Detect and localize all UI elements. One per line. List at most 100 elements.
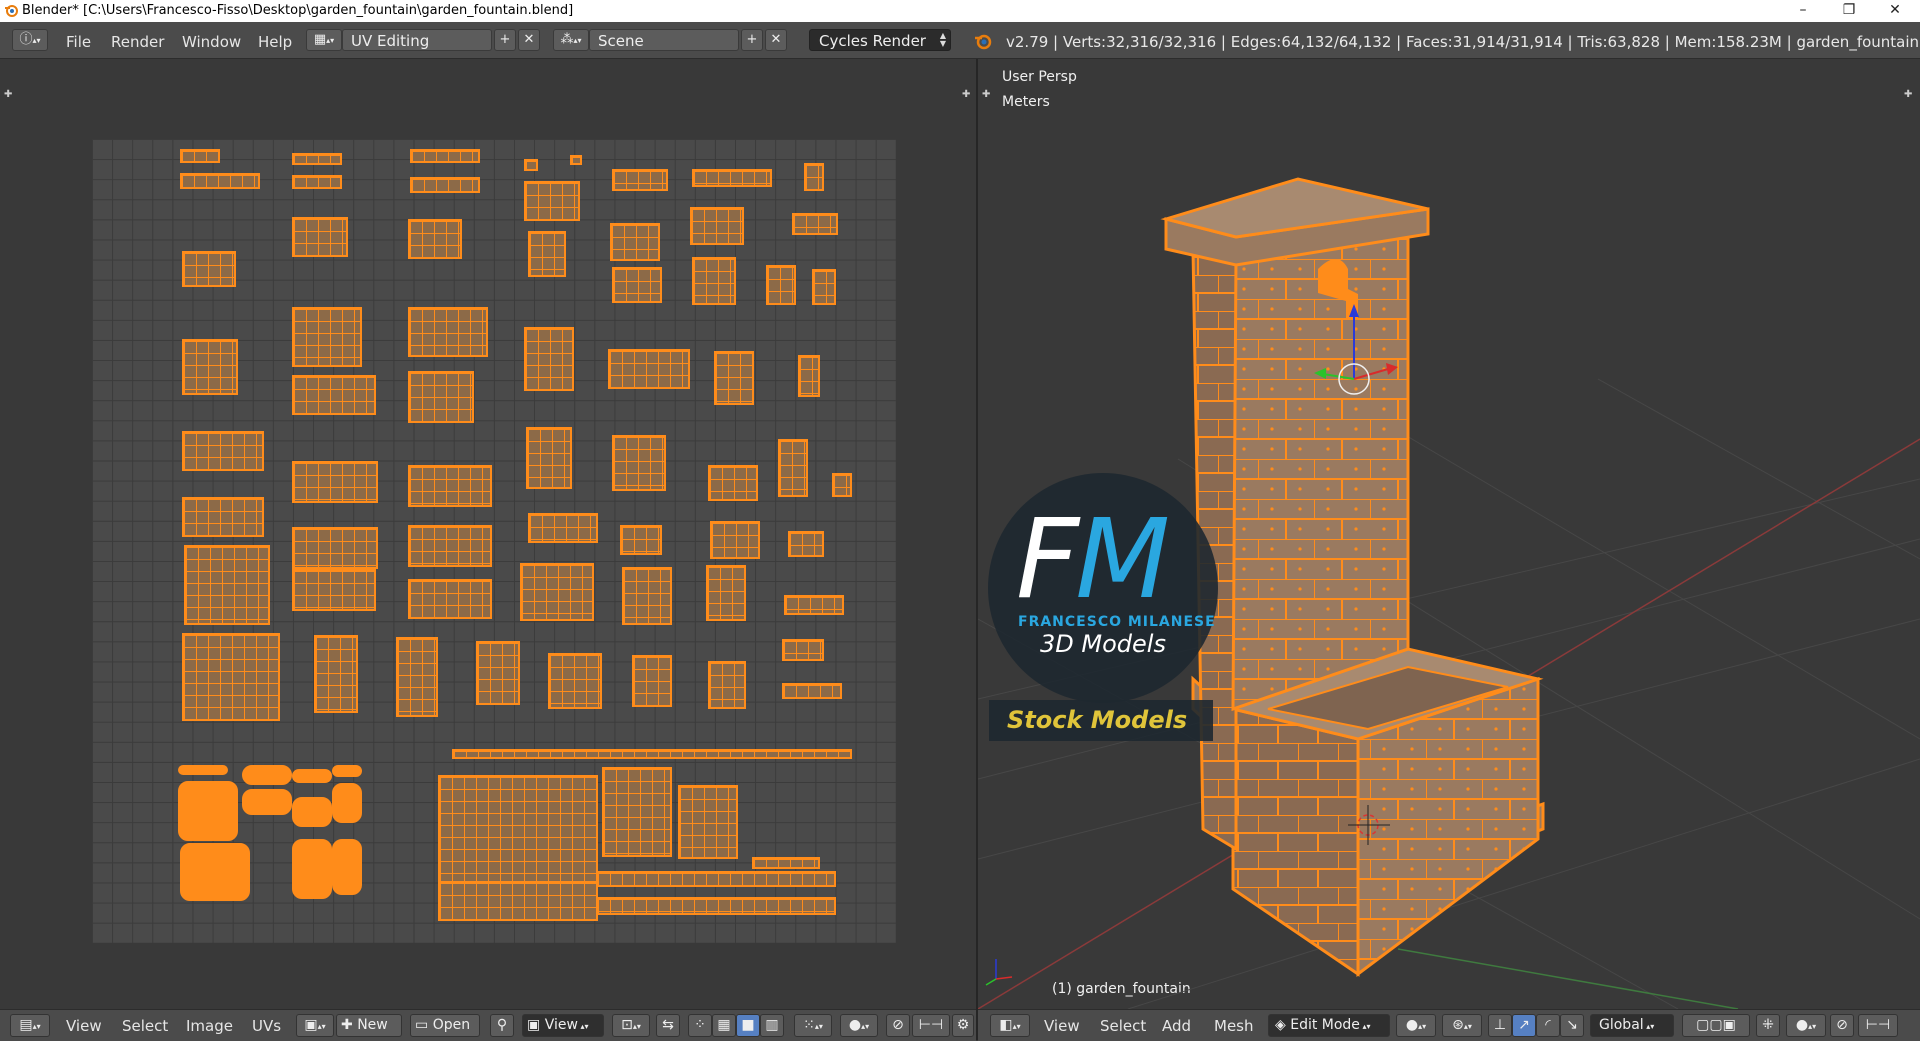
- translate-manipulator-button[interactable]: ↗: [1512, 1014, 1536, 1037]
- uv-island[interactable]: [242, 789, 292, 815]
- maximize-button[interactable]: ❐: [1826, 0, 1872, 22]
- uv-island[interactable]: [524, 181, 580, 221]
- render-preview-button[interactable]: ⚙: [952, 1014, 974, 1037]
- uv-island[interactable]: [408, 525, 492, 567]
- pin-image-button[interactable]: ⚲: [490, 1014, 514, 1037]
- image-browse-button[interactable]: ▣▴▾: [296, 1014, 334, 1037]
- select-face-button[interactable]: ■: [736, 1014, 760, 1037]
- uv-island[interactable]: [798, 355, 820, 397]
- uv-island[interactable]: [524, 159, 538, 171]
- rotate-manipulator-button[interactable]: ◜: [1536, 1014, 1560, 1037]
- uv-island[interactable]: [292, 175, 342, 189]
- uv-island[interactable]: [526, 427, 572, 489]
- pivot-dropdown[interactable]: ⊡▴▾: [612, 1014, 650, 1037]
- uv-menu-image[interactable]: Image: [186, 1017, 233, 1035]
- screen-layout-field[interactable]: UV Editing: [342, 29, 492, 51]
- region-expand-icon[interactable]: ✚: [4, 89, 12, 100]
- uv-island[interactable]: [178, 765, 228, 775]
- sticky-mode-dropdown[interactable]: ⁙▴▾: [794, 1014, 832, 1037]
- menu-help[interactable]: Help: [258, 33, 292, 51]
- snap-element-dropdown-3d[interactable]: ⊢⊣: [1858, 1014, 1898, 1037]
- uv-island[interactable]: [332, 783, 362, 823]
- uv-menu-select[interactable]: Select: [122, 1017, 168, 1035]
- uv-island[interactable]: [396, 637, 438, 717]
- 3d-menu-mesh[interactable]: Mesh: [1214, 1017, 1254, 1035]
- sync-selection-toggle[interactable]: ⇆: [656, 1014, 680, 1037]
- uv-island[interactable]: [182, 339, 238, 395]
- uv-view-mode-dropdown[interactable]: ▣ View ▴▾: [522, 1014, 604, 1037]
- uv-island[interactable]: [692, 169, 772, 187]
- close-button[interactable]: ✕: [1872, 0, 1918, 22]
- uv-island[interactable]: [714, 351, 754, 405]
- uv-editor-type-button[interactable]: ▤▴▾: [10, 1014, 50, 1037]
- uv-island[interactable]: [570, 155, 582, 165]
- uv-island[interactable]: [610, 223, 660, 261]
- uv-island[interactable]: [292, 461, 378, 503]
- uv-menu-uvs[interactable]: UVs: [252, 1017, 281, 1035]
- minimize-button[interactable]: –: [1780, 0, 1826, 22]
- uv-island[interactable]: [408, 307, 488, 357]
- uv-island[interactable]: [476, 641, 520, 705]
- 3d-menu-add[interactable]: Add: [1162, 1017, 1191, 1035]
- uv-island[interactable]: [528, 231, 566, 277]
- uv-island[interactable]: [622, 567, 672, 625]
- menu-render[interactable]: Render: [111, 33, 164, 51]
- uv-island[interactable]: [612, 267, 662, 303]
- uv-island[interactable]: [332, 839, 362, 895]
- uv-island[interactable]: [620, 525, 662, 555]
- 3d-menu-view[interactable]: View: [1044, 1017, 1080, 1035]
- uv-island[interactable]: [292, 527, 378, 569]
- uv-island[interactable]: [708, 465, 758, 501]
- uv-island[interactable]: [752, 857, 820, 869]
- uv-island[interactable]: [804, 163, 824, 191]
- uv-island[interactable]: [596, 897, 836, 915]
- uv-island[interactable]: [812, 269, 836, 305]
- pivot-point-dropdown[interactable]: ⊛▴▾: [1442, 1014, 1482, 1037]
- select-edge-button[interactable]: ▦: [712, 1014, 736, 1037]
- 3d-menu-select[interactable]: Select: [1100, 1017, 1146, 1035]
- uv-island[interactable]: [180, 173, 260, 189]
- uv-island[interactable]: [410, 177, 480, 193]
- uv-island[interactable]: [182, 431, 264, 471]
- uv-island[interactable]: [832, 473, 852, 497]
- uv-island[interactable]: [782, 683, 842, 699]
- uv-island[interactable]: [778, 439, 808, 497]
- uv-island[interactable]: [408, 579, 492, 619]
- render-engine-dropdown[interactable]: Cycles Render ▲ ▼: [809, 29, 951, 51]
- uv-island[interactable]: [292, 375, 376, 415]
- snap-element-dropdown[interactable]: ⊢⊣: [912, 1014, 950, 1037]
- transform-orientation-dropdown[interactable]: Global ▴▾: [1590, 1014, 1674, 1037]
- add-scene-button[interactable]: +: [741, 29, 763, 51]
- snap-toggle[interactable]: ⊘: [886, 1014, 910, 1037]
- viewport-shading-dropdown[interactable]: ●▴▾: [1396, 1014, 1436, 1037]
- uv-island[interactable]: [292, 569, 376, 611]
- uv-island[interactable]: [408, 465, 492, 507]
- uv-island[interactable]: [242, 765, 292, 785]
- info-editor-type-button[interactable]: ⓘ▴▾: [12, 29, 48, 51]
- uv-island[interactable]: [180, 843, 250, 901]
- interaction-mode-dropdown[interactable]: ◈ Edit Mode ▴▾: [1268, 1014, 1390, 1037]
- new-image-button[interactable]: ✚ New: [336, 1014, 402, 1037]
- uv-island[interactable]: [792, 213, 838, 235]
- uv-island[interactable]: [602, 767, 672, 857]
- scene-field[interactable]: Scene: [589, 29, 739, 51]
- uv-island[interactable]: [766, 265, 796, 305]
- uv-island[interactable]: [788, 531, 824, 557]
- uv-island[interactable]: [596, 871, 836, 887]
- uv-island[interactable]: [332, 765, 362, 777]
- screen-layout-browse-button[interactable]: ▦▴▾: [306, 29, 342, 51]
- uv-island[interactable]: [612, 169, 668, 191]
- uv-island[interactable]: [612, 435, 666, 491]
- proportional-edit-dropdown[interactable]: ●▴▾: [840, 1014, 878, 1037]
- region-expand-icon[interactable]: ✚: [962, 89, 970, 100]
- delete-screen-button[interactable]: ✕: [518, 29, 540, 51]
- select-vertex-button[interactable]: ⁘: [688, 1014, 712, 1037]
- menu-window[interactable]: Window: [182, 33, 241, 51]
- uv-island[interactable]: [524, 327, 574, 391]
- uv-island[interactable]: [608, 349, 690, 389]
- proportional-edit-dropdown-3d[interactable]: ●▴▾: [1786, 1014, 1826, 1037]
- uv-island[interactable]: [292, 307, 362, 367]
- open-image-button[interactable]: ▭ Open: [410, 1014, 480, 1037]
- uv-island[interactable]: [548, 653, 602, 709]
- uv-island[interactable]: [528, 513, 598, 543]
